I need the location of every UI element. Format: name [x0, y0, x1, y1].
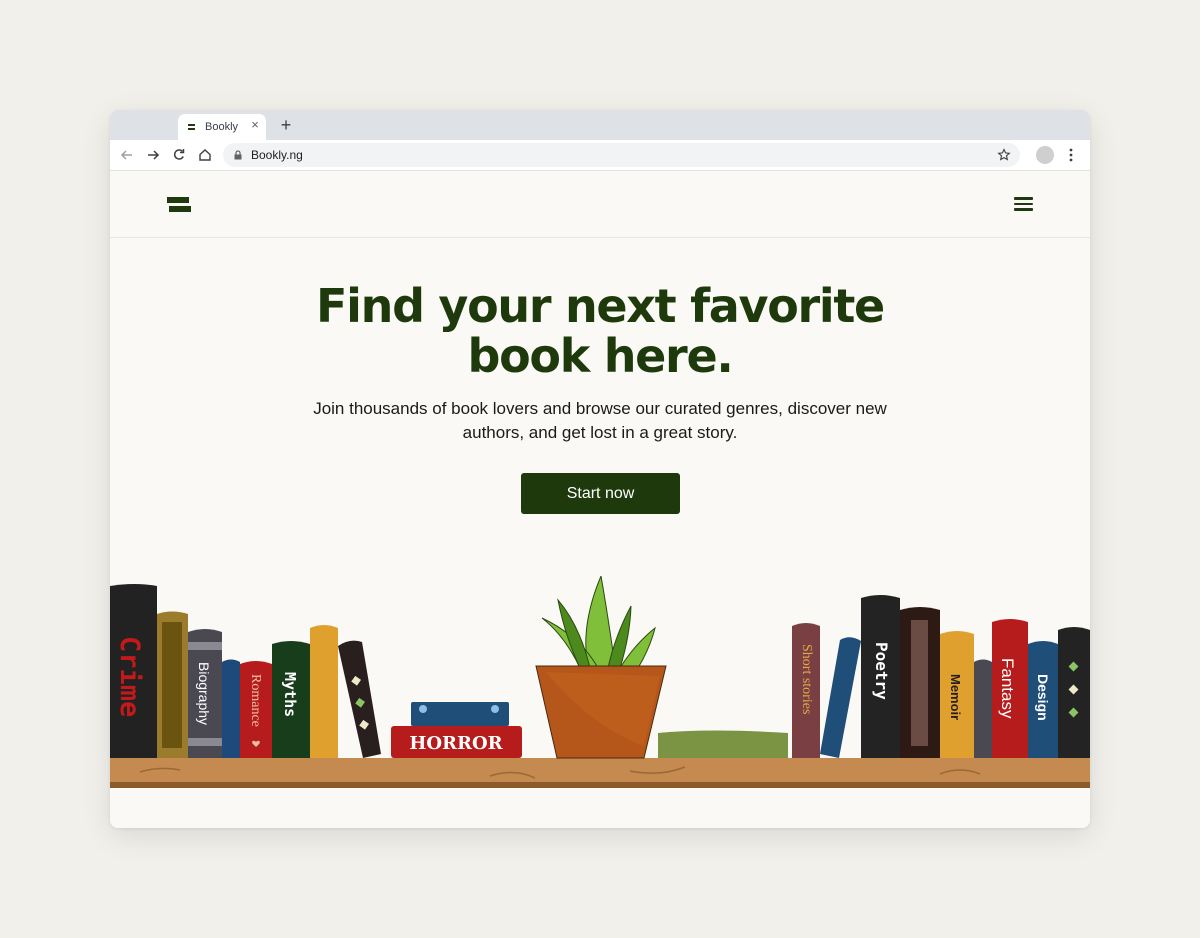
forward-icon[interactable] — [144, 146, 162, 164]
tab-strip: Bookly × + — [110, 110, 1090, 140]
book-leaning-blue — [820, 637, 861, 758]
book-fantasy-label: Fantasy — [998, 658, 1017, 719]
book-short-stories-label: Short stories — [799, 644, 814, 714]
home-icon[interactable] — [196, 146, 214, 164]
hamburger-icon[interactable] — [1014, 195, 1034, 213]
browser-toolbar: Bookly.ng — [110, 140, 1090, 171]
book-horror-label: HORROR — [409, 733, 503, 754]
book-horror[interactable]: HORROR — [391, 702, 522, 758]
url-text: Bookly.ng — [251, 148, 303, 162]
book-romance-label: Romance — [248, 674, 263, 727]
book-black-diamonds — [1058, 627, 1090, 758]
back-icon[interactable] — [118, 146, 136, 164]
address-bar[interactable]: Bookly.ng — [223, 143, 1020, 167]
browser-window: Bookly × + Bookly.ng Find your next favo… — [110, 110, 1090, 828]
logo-icon[interactable] — [167, 197, 191, 213]
potted-plant — [535, 576, 667, 759]
bookshelf-illustration: Crime Biography Romance Myths HORROR Sho… — [110, 576, 1090, 788]
browser-tab[interactable]: Bookly × — [178, 114, 266, 140]
book-poetry-label: Poetry — [872, 642, 891, 700]
book-myths[interactable]: Myths — [272, 641, 310, 758]
book-crime[interactable]: Crime — [110, 584, 157, 758]
book-biography-label: Biography — [196, 662, 212, 725]
book-memoir[interactable]: Memoir — [940, 631, 974, 758]
book-design-label: Design — [1035, 674, 1051, 721]
hero-title: Find your next favorite book here. — [316, 279, 885, 383]
reload-icon[interactable] — [170, 146, 188, 164]
lock-icon — [234, 150, 242, 160]
book-romance[interactable]: Romance — [240, 661, 272, 758]
kebab-menu-icon[interactable] — [1064, 146, 1078, 164]
shelf — [110, 758, 1090, 788]
book-brown — [900, 607, 940, 758]
page: Find your next favorite book here. Join … — [110, 171, 1090, 828]
new-tab-button[interactable]: + — [278, 115, 294, 135]
book-grey-thin — [974, 659, 992, 758]
book-short-stories[interactable]: Short stories — [792, 623, 820, 758]
book-blue-thin — [222, 659, 240, 758]
favicon-icon — [188, 124, 195, 131]
book-mustard — [310, 625, 338, 758]
tab-title: Bookly — [205, 121, 239, 133]
book-green-lying — [658, 730, 788, 758]
hero-subtitle: Join thousands of book lovers and browse… — [313, 399, 887, 442]
profile-avatar[interactable] — [1036, 146, 1054, 164]
site-header — [110, 171, 1090, 238]
book-olive — [157, 611, 188, 758]
book-design[interactable]: Design — [1028, 641, 1058, 758]
start-now-button[interactable]: Start now — [521, 473, 680, 514]
tab-close-icon[interactable]: × — [248, 118, 262, 132]
star-icon[interactable] — [996, 147, 1012, 163]
book-biography[interactable]: Biography — [188, 629, 222, 758]
book-leaning-black — [338, 640, 381, 758]
book-poetry[interactable]: Poetry — [861, 595, 900, 758]
book-myths-label: Myths — [281, 672, 299, 717]
book-memoir-label: Memoir — [948, 674, 963, 720]
book-crime-label: Crime — [114, 636, 145, 717]
book-fantasy[interactable]: Fantasy — [992, 619, 1028, 758]
